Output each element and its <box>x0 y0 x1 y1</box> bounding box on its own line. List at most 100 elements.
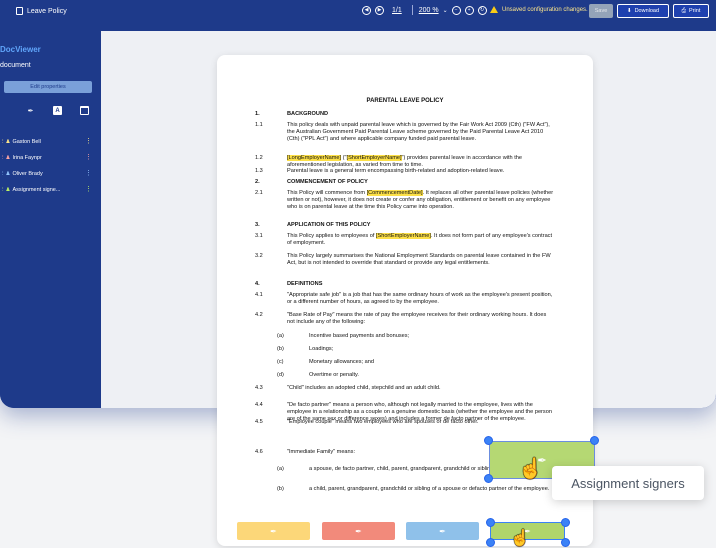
edit-properties-button[interactable]: Edit properties <box>4 81 92 93</box>
clause-number: 4.5 <box>255 419 263 425</box>
zoom-level[interactable]: 200 % <box>419 7 439 14</box>
clause-number: 3.1 <box>255 233 263 239</box>
clause-text: Parental leave is a general term encompa… <box>287 168 505 174</box>
users-icon: ⋮♟ <box>0 187 11 193</box>
signer-item[interactable]: ⋮♟ Oliver Brady ⋮ <box>0 166 101 182</box>
clause-number: 2. <box>255 179 260 185</box>
signer-name: Gaston Bell <box>12 139 41 145</box>
signer-name: Oliver Brady <box>12 171 43 177</box>
signature-tool-icon[interactable]: ✒ <box>26 106 35 115</box>
clause: 3.2 This Policy largely summarises the Na… <box>255 253 555 267</box>
section-heading: 3. APPLICATION OF THIS POLICY <box>255 222 555 229</box>
clause-number: 4. <box>255 281 260 287</box>
resize-handle[interactable] <box>484 436 493 445</box>
toolbar-divider <box>411 5 413 15</box>
document-title: PARENTAL LEAVE POLICY <box>366 98 444 104</box>
clause: (c) Monetary allowances; and <box>255 359 555 366</box>
section-heading: 1. BACKGROUND <box>255 111 555 118</box>
clause-number: 2.1 <box>255 190 263 196</box>
clause: (b) a child, parent, grandparent, grandch… <box>255 486 555 493</box>
prev-page-icon[interactable]: ◀ <box>362 5 371 15</box>
signer-list: ⋮♟ Gaston Bell ⋮ ⋮♟ Irina Faynpr ⋮ ⋮♟ Ol… <box>0 134 101 198</box>
clause-number: 1. <box>255 111 260 117</box>
document-icon <box>16 7 23 15</box>
zoom-dropdown-icon[interactable]: ⌄ <box>443 7 448 14</box>
signature-field-yellow[interactable]: ✒ <box>237 522 310 540</box>
clause-number: (d) <box>277 372 284 378</box>
page-indicator[interactable]: 1/1 <box>392 7 402 14</box>
clause-text: "Appropriate safe job" is a job that has… <box>287 292 553 305</box>
sidebar: DocViewer document Edit properties ✒ A ⋮… <box>0 22 101 408</box>
clause: 1.2 [LongEmployerName] ("[ShortEmployerNa… <box>255 155 555 169</box>
print-button[interactable]: ⎙ Print <box>673 4 709 18</box>
resize-handle[interactable] <box>561 518 570 527</box>
assignment-tooltip: Assignment signers <box>552 466 704 500</box>
more-options-icon[interactable]: ⋮ <box>85 154 92 161</box>
download-label: Download <box>634 8 660 14</box>
clause-text: Monetary allowances; and <box>309 359 374 365</box>
warning-icon <box>490 6 498 13</box>
signer-item[interactable]: ⋮♟ Gaston Bell ⋮ <box>0 134 101 150</box>
hand-cursor-icon: ☝ <box>510 530 530 547</box>
clause-number: 1.2 <box>255 155 263 161</box>
user-icon: ⋮♟ <box>0 171 11 177</box>
clause-text: [LongEmployerName] ("[ShortEmployerName]… <box>287 155 523 168</box>
download-button[interactable]: ⬇ Download <box>617 4 669 18</box>
clause: (b) Loadings; <box>255 346 555 353</box>
unsaved-warning: Unsaved configuration changes. <box>490 6 588 13</box>
print-label: Print <box>689 8 701 14</box>
clause-number: 4.2 <box>255 312 263 318</box>
signature-icon: ✒ <box>270 526 277 536</box>
clause-number: 4.3 <box>255 385 263 391</box>
placeholder-token[interactable]: [CommencementDate] <box>366 190 423 196</box>
field-tools: ✒ A <box>26 106 89 115</box>
unsaved-warning-text: Unsaved configuration changes. <box>502 6 588 13</box>
clause-text: "Base Rate of Pay" means the rate of pay… <box>287 312 547 325</box>
window-title: Leave Policy <box>16 7 67 15</box>
download-icon: ⬇ <box>626 8 632 14</box>
signer-name: Irina Faynpr <box>12 155 42 161</box>
placeholder-token[interactable]: [ShortEmployerName] <box>346 155 402 161</box>
clause-text: This Policy largely summarises the Natio… <box>287 253 551 266</box>
signer-item[interactable]: ⋮♟ Assignment signe... ⋮ <box>0 182 101 198</box>
placeholder-token[interactable]: [LongEmployerName] <box>287 155 342 161</box>
zoom-out-icon[interactable]: − <box>451 5 461 15</box>
save-button[interactable]: Save <box>589 4 613 18</box>
clause-number: 1.3 <box>255 168 263 174</box>
placeholder-token[interactable]: [ShortEmployerName] <box>375 233 431 239</box>
next-page-icon[interactable]: ▶ <box>375 5 384 15</box>
resize-handle[interactable] <box>590 436 599 445</box>
clause-number: 4.1 <box>255 292 263 298</box>
section-heading: 2. COMMENCEMENT OF POLICY <box>255 179 555 186</box>
signature-field-blue[interactable]: ✒ <box>406 522 479 540</box>
more-options-icon[interactable]: ⋮ <box>85 186 92 193</box>
clause: 4.1 "Appropriate safe job" is a job that … <box>255 292 555 306</box>
clause-text: COMMENCEMENT OF POLICY <box>287 179 368 185</box>
clause-text: This Policy applies to employees of [Sho… <box>287 233 553 246</box>
sidebar-subtitle: document <box>0 62 31 69</box>
date-tool-icon[interactable] <box>80 106 89 115</box>
clause: (a) Incentive based payments and bonuses; <box>255 333 555 340</box>
signature-field-red[interactable]: ✒ <box>322 522 395 540</box>
printer-icon: ⎙ <box>681 7 687 14</box>
window-title-text: Leave Policy <box>27 7 67 15</box>
rotate-icon[interactable]: ↻ <box>477 5 487 15</box>
more-options-icon[interactable]: ⋮ <box>85 138 92 145</box>
user-icon: ⋮♟ <box>0 155 11 161</box>
clause-text: This Policy will commence from [Commence… <box>287 190 554 210</box>
resize-handle[interactable] <box>486 518 495 527</box>
resize-handle[interactable] <box>484 474 493 483</box>
clause-text: Overtime or penalty. <box>309 372 359 378</box>
more-options-icon[interactable]: ⋮ <box>85 170 92 177</box>
signer-item[interactable]: ⋮♟ Irina Faynpr ⋮ <box>0 150 101 166</box>
clause-text: Loadings; <box>309 346 334 352</box>
clause: (d) Overtime or penalty. <box>255 372 555 379</box>
clause-text: This policy deals with unpaid parental l… <box>287 122 550 142</box>
zoom-in-icon[interactable]: + <box>464 5 474 15</box>
clause-number: (a) <box>277 333 284 339</box>
clause-number: 1.1 <box>255 122 263 128</box>
brand-logo: DocViewer <box>0 45 41 54</box>
clause-number: (c) <box>277 359 284 365</box>
text-tool-icon[interactable]: A <box>53 106 62 115</box>
clause-number: (b) <box>277 346 284 352</box>
